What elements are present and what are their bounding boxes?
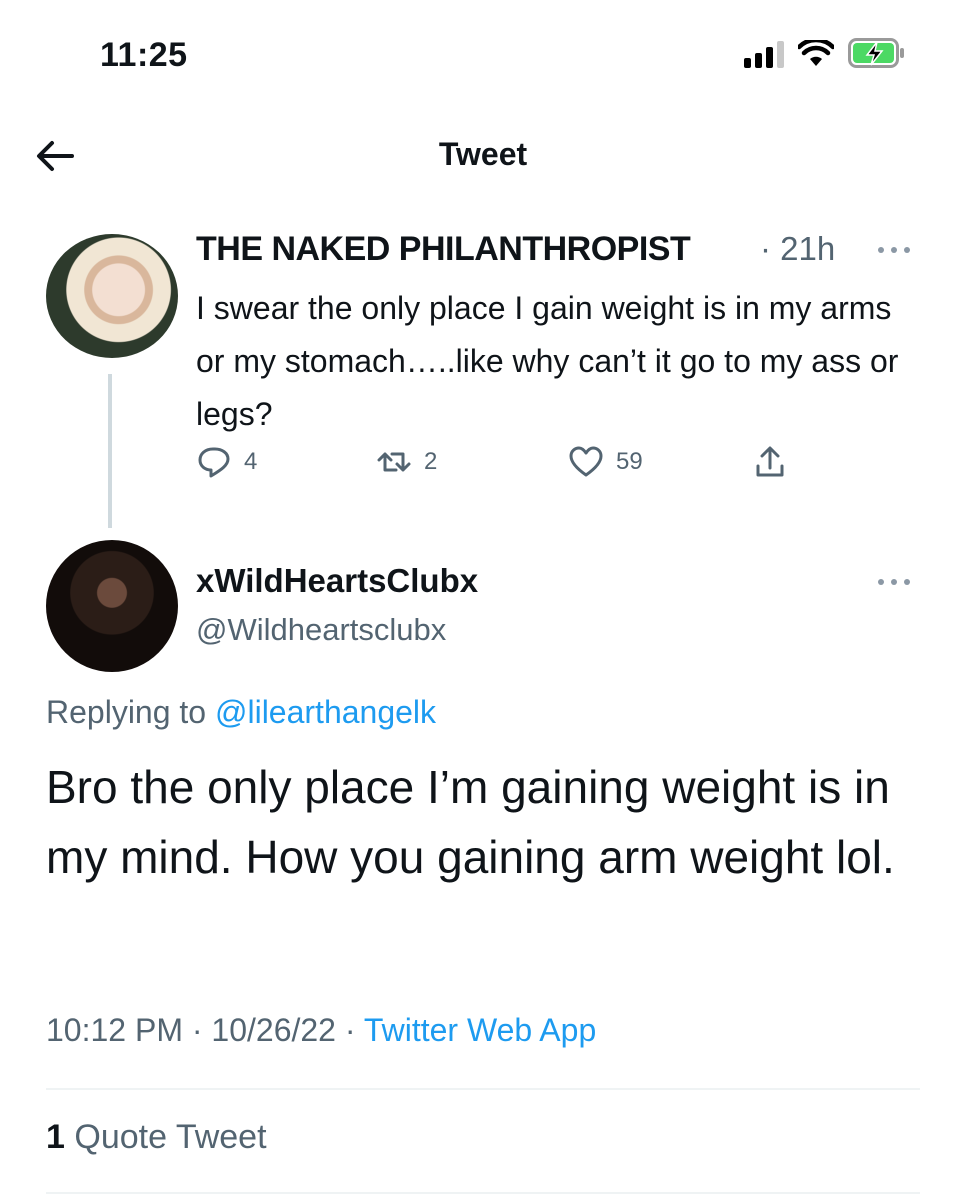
page-title: Tweet [438,136,528,172]
status-time: 11:25 [100,36,188,74]
retweet-button[interactable]: 2 [376,444,437,480]
replying-to-link[interactable]: @lilearthangelk [215,694,436,730]
quote-count: 1 [46,1118,65,1156]
heart-icon [569,446,603,477]
avatar[interactable] [46,540,178,672]
share-button[interactable] [752,444,788,480]
retweet-icon [377,452,411,472]
thread-line [108,374,112,528]
main-tweet-text: Bro the only place I’m gaining weight is… [46,761,895,883]
main-handle[interactable]: @Wildheartsclubx [196,612,446,648]
divider [46,1088,920,1090]
more-options-icon[interactable] [878,244,914,256]
tweet-detail-screen: 11:25 Tweet THE NAKED PHILANTHROPIST · 2… [0,0,966,1200]
reply-icon [198,447,230,478]
replying-to: Replying to @lilearthangelk [46,694,436,731]
tweet-meta: 10:12 PM · 10/26/22 · Twitter Web App [46,1012,596,1049]
reply-count: 4 [244,448,258,475]
main-display-name[interactable]: xWildHeartsClubx [196,562,478,600]
tweet-actions: 4 2 59 [196,444,816,484]
like-count: 59 [616,448,643,475]
reply-button[interactable]: 4 [196,444,257,480]
quote-label: Quote Tweet [74,1118,267,1156]
avatar[interactable] [46,234,178,358]
signal-icon [744,40,784,68]
parent-display-name[interactable]: THE NAKED PHILANTHROPIST [196,230,691,269]
parent-time[interactable]: · 21h [760,230,835,268]
battery-charging-icon [848,38,904,68]
parent-tweet-text: I swear the only place I gain weight is … [196,290,899,432]
divider [46,1192,920,1194]
tweet-timestamp[interactable]: 10:12 PM · 10/26/22 · [46,1012,356,1048]
share-icon [756,446,784,477]
replying-prefix: Replying to [46,694,207,730]
wifi-icon [798,40,834,66]
tweet-source[interactable]: Twitter Web App [364,1012,596,1048]
status-icons [744,38,906,68]
retweet-count: 2 [424,448,438,475]
more-options-icon[interactable] [878,576,914,588]
quote-tweets-link[interactable]: 1 Quote Tweet [46,1118,267,1157]
like-button[interactable]: 59 [568,444,643,480]
